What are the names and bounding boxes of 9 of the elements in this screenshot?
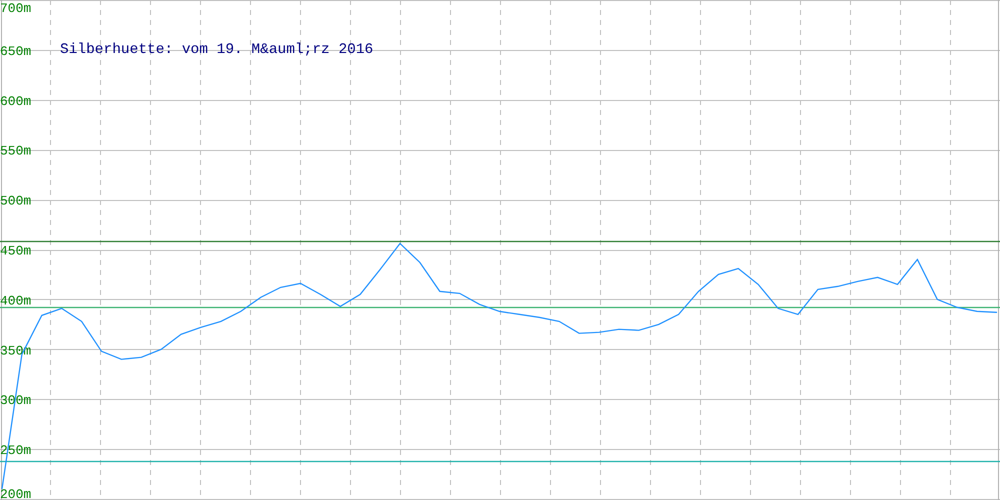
chart-title: Silberhuette: vom 19. M&auml;rz 2016 bbox=[60, 42, 374, 58]
axis-label: 500m bbox=[0, 194, 32, 209]
axis-label: 200m bbox=[0, 487, 32, 500]
axis-label: 450m bbox=[0, 244, 32, 258]
axis-label: 650m bbox=[0, 44, 32, 59]
axis-label: 550m bbox=[0, 144, 32, 159]
axis-label: 400m bbox=[0, 293, 32, 308]
axis-label: 600m bbox=[0, 94, 32, 109]
axis-label: 700m bbox=[0, 1, 32, 16]
